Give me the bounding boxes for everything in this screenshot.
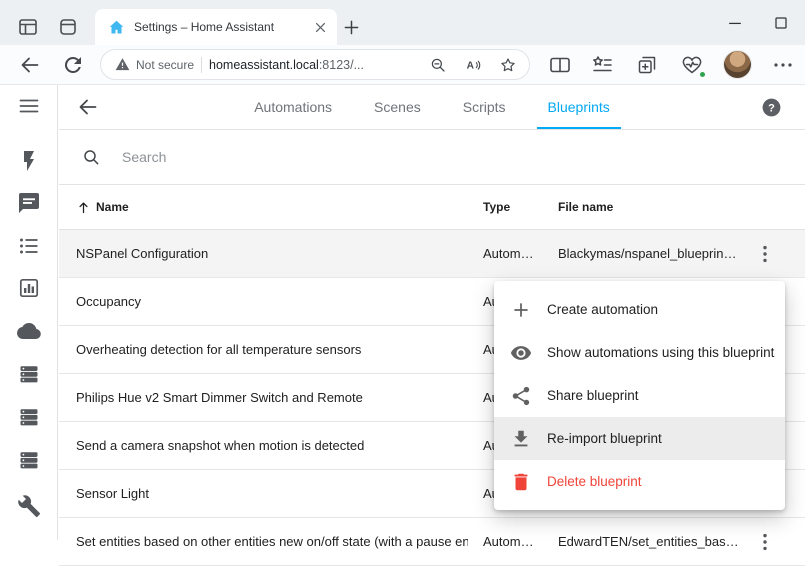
sort-up-icon: [76, 200, 91, 215]
profile-avatar[interactable]: [724, 51, 751, 78]
stack-icon[interactable]: [17, 448, 41, 472]
menu-item-delete-blueprint[interactable]: Delete blueprint: [494, 460, 785, 503]
favorite-star-icon[interactable]: [499, 56, 517, 74]
menu-icon[interactable]: [17, 94, 41, 118]
ha-sidebar: [0, 85, 58, 540]
row-name: Set entities based on other entities new…: [76, 518, 468, 565]
menu-item-label: Show automations using this blueprint: [547, 345, 774, 360]
site-security-badge[interactable]: Not secure: [115, 57, 194, 72]
favorites-hub-icon[interactable]: [590, 53, 614, 77]
read-aloud-icon[interactable]: A: [464, 56, 482, 74]
security-label: Not secure: [136, 58, 194, 72]
search-icon: [81, 147, 101, 167]
address-divider: [201, 57, 202, 73]
tab-scripts[interactable]: Scripts: [442, 85, 527, 129]
browser-essentials-icon[interactable]: [680, 53, 704, 77]
search-input[interactable]: [122, 149, 542, 165]
maximize-button[interactable]: [766, 12, 796, 34]
menu-item-label: Delete blueprint: [547, 474, 642, 489]
column-header-name[interactable]: Name: [76, 185, 129, 229]
url-path: :8123/...: [319, 58, 364, 72]
back-button[interactable]: [18, 53, 42, 77]
eye-icon: [510, 342, 532, 364]
table-row[interactable]: Set entities based on other entities new…: [59, 518, 805, 566]
stack-icon[interactable]: [17, 362, 41, 386]
home-assistant-favicon: [108, 19, 125, 36]
row-file: EdwardTEN/set_entities_bas…: [558, 518, 742, 565]
collections-icon[interactable]: [635, 53, 659, 77]
bolt-icon[interactable]: [17, 149, 41, 173]
menu-item-label: Create automation: [547, 302, 658, 317]
workspaces-icon[interactable]: [16, 15, 40, 39]
row-file: Blackymas/nspanel_blueprin…: [558, 230, 742, 277]
tab-blueprints[interactable]: Blueprints: [527, 85, 631, 129]
tab-scenes[interactable]: Scenes: [353, 85, 442, 129]
ha-tab-bar: Automations Scenes Scripts Blueprints: [233, 85, 631, 129]
warning-icon: [115, 57, 130, 72]
table-row[interactable]: NSPanel Configuration Autom… Blackymas/n…: [59, 230, 805, 278]
menu-item-reimport-blueprint[interactable]: Re-import blueprint: [494, 417, 785, 460]
column-header-file[interactable]: File name: [558, 185, 613, 229]
menu-item-label: Re-import blueprint: [547, 431, 662, 446]
minimize-button[interactable]: [720, 12, 750, 34]
chart-box-icon[interactable]: [17, 276, 41, 300]
row-menu-icon[interactable]: [753, 242, 777, 266]
browser-toolbar: Not secure homeassistant.local:8123/... …: [0, 45, 805, 85]
row-menu-icon[interactable]: [753, 530, 777, 554]
menu-item-show-automations[interactable]: Show automations using this blueprint: [494, 331, 785, 374]
zoom-out-icon[interactable]: [429, 56, 447, 74]
url-host: homeassistant.local: [209, 58, 319, 72]
tab-close-icon[interactable]: [312, 19, 329, 36]
tab-actions-icon[interactable]: [56, 15, 80, 39]
row-type: Autom…: [483, 230, 547, 277]
row-name: Occupancy: [76, 278, 468, 325]
url-text: homeassistant.local:8123/...: [209, 58, 364, 72]
menu-item-share-blueprint[interactable]: Share blueprint: [494, 374, 785, 417]
trash-icon: [510, 471, 532, 493]
svg-text:?: ?: [768, 102, 775, 114]
stack-icon[interactable]: [17, 405, 41, 429]
share-icon: [510, 385, 532, 407]
browser-tab[interactable]: Settings – Home Assistant: [95, 9, 337, 45]
menu-item-label: Share blueprint: [547, 388, 639, 403]
wrench-icon[interactable]: [17, 494, 41, 518]
row-type: Autom…: [483, 518, 547, 565]
cloud-icon[interactable]: [17, 319, 41, 343]
new-tab-button[interactable]: [341, 17, 362, 38]
browser-titlebar: Settings – Home Assistant: [0, 0, 805, 45]
row-name: Philips Hue v2 Smart Dimmer Switch and R…: [76, 374, 468, 421]
list-icon[interactable]: [17, 234, 41, 258]
search-bar: [59, 130, 805, 185]
row-name: NSPanel Configuration: [76, 230, 468, 277]
essentials-status-badge: [698, 70, 707, 79]
ha-header: Automations Scenes Scripts Blueprints ?: [59, 85, 805, 130]
download-icon: [510, 428, 532, 450]
row-name: Overheating detection for all temperatur…: [76, 326, 468, 373]
split-screen-icon[interactable]: [548, 53, 572, 77]
address-bar[interactable]: Not secure homeassistant.local:8123/... …: [100, 49, 530, 80]
row-name: Send a camera snapshot when motion is de…: [76, 422, 468, 469]
ha-back-icon[interactable]: [76, 95, 100, 119]
plus-icon: [510, 299, 532, 321]
tab-automations[interactable]: Automations: [233, 85, 353, 129]
help-icon[interactable]: ?: [760, 96, 783, 119]
row-name: Sensor Light: [76, 470, 468, 517]
chat-icon[interactable]: [17, 191, 41, 215]
context-menu: Create automation Show automations using…: [494, 281, 785, 510]
table-header: Name Type File name: [59, 185, 805, 230]
tab-title: Settings – Home Assistant: [134, 20, 303, 34]
column-header-type[interactable]: Type: [483, 185, 510, 229]
browser-menu-icon[interactable]: [771, 53, 795, 77]
svg-text:A: A: [467, 60, 475, 71]
menu-item-create-automation[interactable]: Create automation: [494, 288, 785, 331]
refresh-button[interactable]: [61, 53, 85, 77]
